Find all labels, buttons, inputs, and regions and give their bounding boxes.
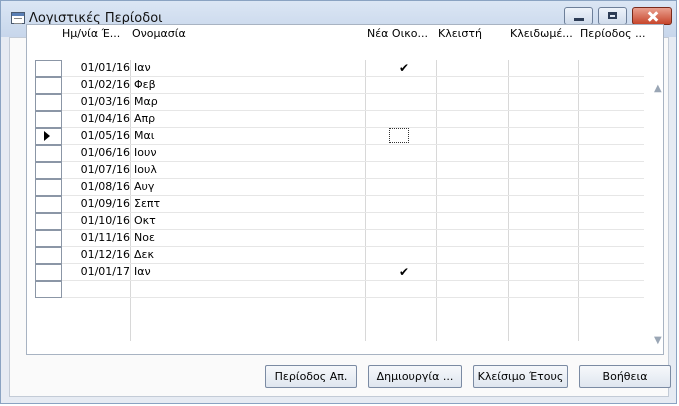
column-header-name[interactable]: Ονομασία	[132, 25, 362, 42]
row-selector[interactable]	[35, 247, 62, 264]
name-cell[interactable]: Νοε	[134, 230, 364, 246]
name-cell[interactable]: Δεκ	[134, 247, 364, 263]
table-row[interactable]: 01/11/16 Νοε	[62, 230, 644, 247]
name-cell[interactable]: Οκτ	[134, 213, 364, 229]
checkmark-icon[interactable]: ✔	[397, 266, 411, 278]
starting-date-cell[interactable]: 01/01/16	[62, 60, 130, 76]
close-button[interactable]	[632, 7, 672, 25]
create-button[interactable]: Δημιουργία ...	[368, 365, 462, 388]
table-row[interactable]	[62, 281, 644, 298]
row-selector[interactable]	[35, 145, 62, 162]
column-header-closed[interactable]: Κλειστή	[438, 25, 506, 42]
close-year-button[interactable]: Κλείσιμο Έτους	[473, 365, 568, 388]
table-row[interactable]: 01/01/17 Ιαν ✔	[62, 264, 644, 281]
new-fiscal-year-checkbox[interactable]	[389, 128, 409, 143]
name-cell[interactable]: Ιουν	[134, 145, 364, 161]
table-row[interactable]: 01/05/16 Μαι	[62, 128, 644, 145]
table-icon	[11, 12, 25, 24]
column-header-period[interactable]: Περίοδος ...	[580, 25, 652, 42]
table-row[interactable]: 01/03/16 Μαρ	[62, 94, 644, 111]
starting-date-cell[interactable]: 01/11/16	[62, 230, 130, 246]
minimize-button[interactable]	[564, 7, 593, 25]
name-cell[interactable]: Απρ	[134, 111, 364, 127]
scroll-down-icon[interactable]: ▼	[654, 335, 664, 346]
starting-date-cell[interactable]: 01/05/16	[62, 128, 130, 144]
row-selector[interactable]	[35, 94, 62, 111]
starting-date-cell[interactable]: 01/04/16	[62, 111, 130, 127]
starting-date-cell[interactable]: 01/01/17	[62, 264, 130, 280]
name-cell[interactable]: Ιαν	[134, 60, 364, 76]
table-row[interactable]: 01/01/16 Ιαν ✔	[62, 60, 644, 77]
table-row[interactable]: 01/07/16 Ιουλ	[62, 162, 644, 179]
table-row[interactable]: 01/09/16 Σεπτ	[62, 196, 644, 213]
row-selector[interactable]	[35, 264, 62, 281]
starting-date-cell[interactable]: 01/12/16	[62, 247, 130, 263]
column-header-new-fiscal-year[interactable]: Νέα Οικο...	[367, 25, 435, 42]
current-row-pointer-icon	[44, 131, 50, 141]
name-cell[interactable]: Ιαν	[134, 264, 364, 280]
row-selector[interactable]	[35, 179, 62, 196]
row-selector[interactable]	[35, 162, 62, 179]
table-row[interactable]: 01/02/16 Φεβ	[62, 77, 644, 94]
scroll-up-icon[interactable]: ▲	[654, 83, 664, 94]
starting-date-cell[interactable]: 01/06/16	[62, 145, 130, 161]
table-row[interactable]: 01/06/16 Ιουν	[62, 145, 644, 162]
table-row[interactable]: 01/10/16 Οκτ	[62, 213, 644, 230]
table-row[interactable]: 01/12/16 Δεκ	[62, 247, 644, 264]
starting-date-cell[interactable]: 01/07/16	[62, 162, 130, 178]
checkmark-icon[interactable]: ✔	[397, 62, 411, 74]
help-button[interactable]: Βοήθεια	[579, 365, 671, 388]
table-row[interactable]: 01/08/16 Αυγ	[62, 179, 644, 196]
row-selector[interactable]	[35, 60, 62, 77]
row-selector[interactable]	[35, 196, 62, 213]
period-button[interactable]: Περίοδος Απ.	[265, 365, 357, 388]
row-selector[interactable]	[35, 111, 62, 128]
name-cell[interactable]: Μαρ	[134, 94, 364, 110]
window: Λογιστικές Περίοδοι Ημ/νία Έ... Ονομασία…	[0, 0, 677, 404]
name-cell[interactable]: Αυγ	[134, 179, 364, 195]
name-cell[interactable]: Σεπτ	[134, 196, 364, 212]
starting-date-cell[interactable]: 01/09/16	[62, 196, 130, 212]
starting-date-cell[interactable]: 01/08/16	[62, 179, 130, 195]
row-selector[interactable]	[35, 281, 62, 298]
table-row[interactable]: 01/04/16 Απρ	[62, 111, 644, 128]
starting-date-cell[interactable]: 01/03/16	[62, 94, 130, 110]
name-cell[interactable]: Φεβ	[134, 77, 364, 93]
starting-date-cell[interactable]: 01/10/16	[62, 213, 130, 229]
name-cell[interactable]: Ιουλ	[134, 162, 364, 178]
row-selector[interactable]	[35, 213, 62, 230]
row-selector[interactable]	[35, 77, 62, 94]
column-header-locked[interactable]: Κλειδωμέ...	[510, 25, 578, 42]
name-cell[interactable]: Μαι	[134, 128, 364, 144]
starting-date-cell[interactable]: 01/02/16	[62, 77, 130, 93]
row-selector[interactable]	[35, 230, 62, 247]
maximize-button[interactable]	[598, 7, 627, 25]
column-header-date[interactable]: Ημ/νία Έ...	[62, 25, 130, 42]
